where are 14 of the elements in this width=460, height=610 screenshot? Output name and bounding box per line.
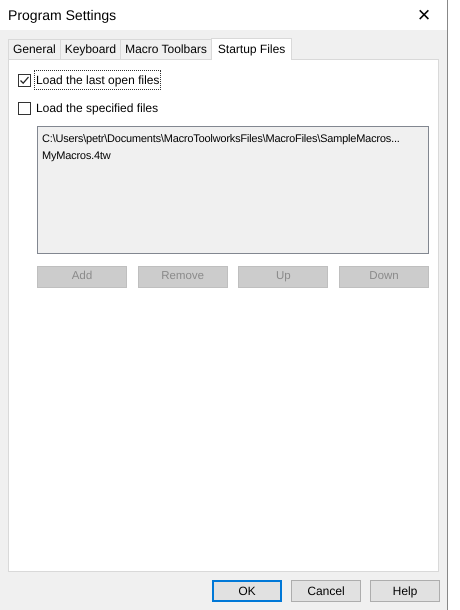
close-button[interactable]: × [401, 0, 447, 30]
checkbox[interactable] [18, 74, 31, 86]
dialog-button[interactable]: Cancel [291, 580, 361, 602]
checkbox[interactable] [18, 102, 31, 114]
file-list[interactable]: C:\Users\petr\Documents\MacroToolworksFiles\MacroFiles\SampleMacros... MyMacros.4tw [37, 126, 429, 254]
tab[interactable]: Startup Files [210, 38, 292, 60]
tab[interactable]: General [8, 39, 61, 59]
file-list-item[interactable]: MyMacros.4tw [42, 148, 110, 165]
checkbox-label[interactable]: Load the last open files [34, 70, 162, 90]
checkbox-label[interactable]: Load the specified files [34, 98, 160, 118]
dialog-button[interactable]: Help [370, 580, 440, 602]
window-title: Program Settings [8, 6, 116, 25]
dialog-button[interactable]: OK [212, 580, 282, 602]
file-list-item[interactable]: C:\Users\petr\Documents\MacroToolworksFiles\MacroFiles\SampleMacros... [42, 131, 400, 148]
